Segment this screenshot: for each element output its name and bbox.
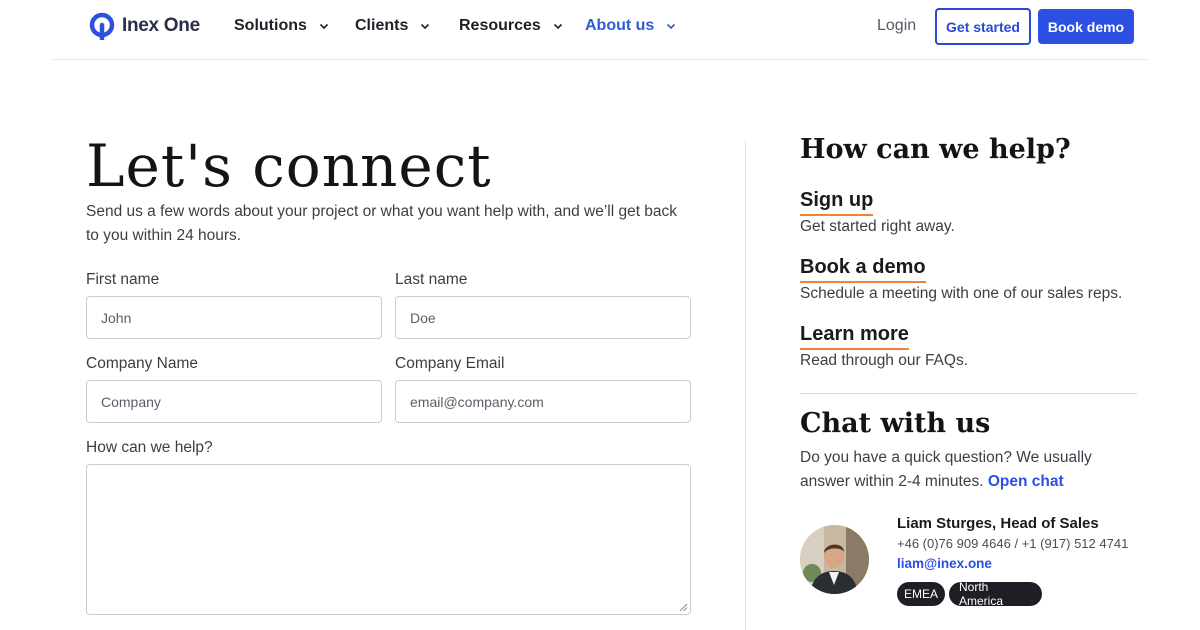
intro-text: Send us a few words about your project o… [86, 203, 678, 244]
chat-title: Chat with us [800, 408, 991, 439]
person-email-link[interactable]: liam@inex.one [897, 556, 992, 571]
top-navigation: Inex One Solutions Clients Resources Abo… [0, 0, 1200, 60]
page-title: Let's connect [86, 132, 492, 200]
first-name-label: First name [86, 271, 160, 288]
chat-description: Do you have a quick question? We usually… [800, 446, 1130, 494]
sign-up-link[interactable]: Sign up [800, 187, 874, 216]
message-textarea[interactable] [86, 464, 691, 615]
nav-item-clients[interactable]: Clients [355, 17, 430, 35]
resize-handle-icon[interactable] [679, 603, 688, 612]
chevron-down-icon [421, 23, 430, 30]
nav-divider [53, 59, 1147, 60]
sign-up-description: Get started right away. [800, 218, 955, 235]
avatar-portrait [800, 525, 869, 594]
company-name-label: Company Name [86, 355, 198, 372]
nav-item-label: Clients [355, 17, 409, 34]
chevron-down-icon [667, 23, 676, 30]
region-badge-north-america: North America [949, 580, 1042, 608]
book-demo-description: Schedule a meeting with one of our sales… [800, 285, 1123, 302]
company-name-field[interactable]: Company [86, 380, 382, 423]
person-name: Liam Sturges, Head of Sales [897, 515, 1099, 532]
last-name-label: Last name [395, 271, 468, 288]
nav-item-label: Resources [459, 17, 541, 34]
nav-item-solutions[interactable]: Solutions [234, 17, 329, 35]
learn-more-link[interactable]: Learn more [800, 321, 909, 350]
column-divider [745, 141, 746, 630]
last-name-field[interactable]: Doe [395, 296, 691, 339]
section-divider [800, 393, 1137, 394]
open-chat-link[interactable]: Open chat [988, 473, 1064, 490]
nav-item-about-us[interactable]: About us [585, 17, 676, 35]
chevron-down-icon [553, 23, 562, 30]
book-demo-link[interactable]: Book a demo [800, 254, 926, 283]
company-email-label: Company Email [395, 355, 505, 372]
help-title: How can we help? [800, 134, 1071, 165]
brand-logo[interactable]: Inex One [89, 12, 200, 40]
person-phone: +46 (0)76 909 4646 / +1 (917) 512 4741 [897, 536, 1129, 551]
company-email-field[interactable]: email@company.com [395, 380, 691, 423]
get-started-button[interactable]: Get started [935, 8, 1031, 45]
first-name-field[interactable]: John [86, 296, 382, 339]
region-badge-emea: EMEA [897, 582, 945, 606]
chevron-down-icon [319, 23, 328, 30]
login-link[interactable]: Login [877, 17, 916, 35]
nav-item-label: About us [585, 17, 655, 34]
learn-more-description: Read through our FAQs. [800, 352, 969, 369]
nav-item-label: Solutions [234, 17, 307, 34]
nav-item-resources[interactable]: Resources [459, 17, 563, 35]
brand-name: Inex One [122, 15, 200, 36]
book-demo-button[interactable]: Book demo [1038, 9, 1134, 44]
message-label: How can we help? [86, 439, 213, 456]
avatar [800, 525, 869, 594]
logo-icon [89, 12, 115, 40]
